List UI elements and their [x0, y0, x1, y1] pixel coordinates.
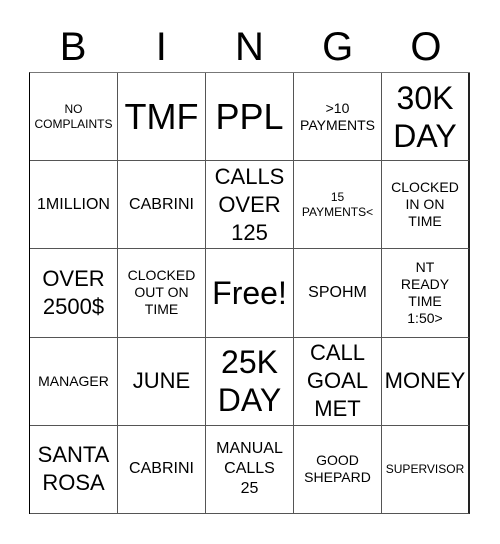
bingo-cell[interactable]: CALLS OVER 125	[206, 161, 294, 250]
bingo-cell-label: CABRINI	[129, 460, 194, 478]
bingo-cell-label: GOOD SHEPARD	[304, 452, 371, 486]
bingo-cell[interactable]: JUNE	[118, 337, 206, 426]
bingo-cell-label: OVER 2500$	[42, 265, 105, 319]
bingo-cell-label: SUPERVISOR	[385, 461, 465, 476]
bingo-cell[interactable]: SUPERVISOR	[382, 425, 470, 514]
header-letter-n: N	[235, 25, 264, 69]
bingo-cell[interactable]: 25K DAY	[206, 337, 294, 426]
bingo-cell-label: PPL	[215, 95, 284, 137]
bingo-cell[interactable]: CABRINI	[118, 161, 206, 250]
bingo-cell-label: TMF	[124, 95, 199, 137]
bingo-grid: NO COMPLAINTS TMF PPL >10 PAYMENTS 30K DAY 1M…	[29, 72, 470, 514]
bingo-cell-label: CALLS OVER 125	[214, 163, 285, 245]
bingo-cell[interactable]: MANAGER	[30, 337, 118, 426]
bingo-header: B I N G O	[29, 22, 470, 72]
bingo-cell-label: MANAGER	[38, 372, 109, 389]
bingo-cell[interactable]: SPOHM	[294, 249, 382, 338]
bingo-cell[interactable]: CALL GOAL MET	[294, 337, 382, 426]
bingo-cell[interactable]: CABRINI	[118, 425, 206, 514]
bingo-cell-label: NT READY TIME 1:50>	[400, 258, 450, 326]
bingo-cell[interactable]: PPL	[206, 73, 294, 162]
bingo-cell-label: JUNE	[132, 368, 191, 394]
header-letter-g: G	[322, 25, 354, 69]
header-letter-o: O	[410, 25, 442, 69]
bingo-cell[interactable]: 30K DAY	[382, 73, 470, 162]
bingo-cell[interactable]: NO COMPLAINTS	[30, 73, 118, 162]
bingo-cell[interactable]: 15 PAYMENTS<	[294, 161, 382, 250]
header-letter-i: I	[155, 25, 167, 69]
header-letter-b: B	[59, 25, 87, 69]
bingo-cell-label: MONEY	[384, 368, 466, 394]
bingo-cell-label: SPOHM	[308, 283, 367, 301]
bingo-cell-label: 1MILLION	[37, 195, 110, 213]
bingo-cell[interactable]: TMF	[118, 73, 206, 162]
bingo-cell-label: CABRINI	[129, 195, 194, 213]
bingo-cell[interactable]: MONEY	[382, 337, 470, 426]
bingo-cell[interactable]: NT READY TIME 1:50>	[382, 249, 470, 338]
bingo-cell-label: CLOCKED OUT ON TIME	[127, 267, 196, 318]
bingo-cell[interactable]: CLOCKED OUT ON TIME	[118, 249, 206, 338]
bingo-cell-label: SANTA ROSA	[37, 442, 110, 496]
bingo-cell-label: 25K DAY	[217, 344, 282, 419]
bingo-cell-label: >10 PAYMENTS	[300, 99, 375, 133]
bingo-cell[interactable]: MANUAL CALLS 25	[206, 425, 294, 514]
bingo-cell-label: 15 PAYMENTS<	[301, 189, 374, 219]
bingo-cell-label: MANUAL CALLS 25	[216, 440, 283, 498]
bingo-cell[interactable]: >10 PAYMENTS	[294, 73, 382, 162]
bingo-cell[interactable]: SANTA ROSA	[30, 425, 118, 514]
bingo-cell-label: 30K DAY	[393, 79, 457, 154]
bingo-cell-free[interactable]: Free!	[206, 249, 294, 338]
bingo-cell-label: Free!	[212, 274, 287, 311]
bingo-cell-label: CALL GOAL MET	[306, 340, 369, 422]
bingo-cell[interactable]: 1MILLION	[30, 161, 118, 250]
bingo-cell[interactable]: OVER 2500$	[30, 249, 118, 338]
bingo-cell-label: NO COMPLAINTS	[34, 101, 113, 131]
bingo-cell-label: CLOCKED IN ON TIME	[391, 179, 459, 230]
bingo-cell[interactable]: CLOCKED IN ON TIME	[382, 161, 470, 250]
bingo-cell[interactable]: GOOD SHEPARD	[294, 425, 382, 514]
